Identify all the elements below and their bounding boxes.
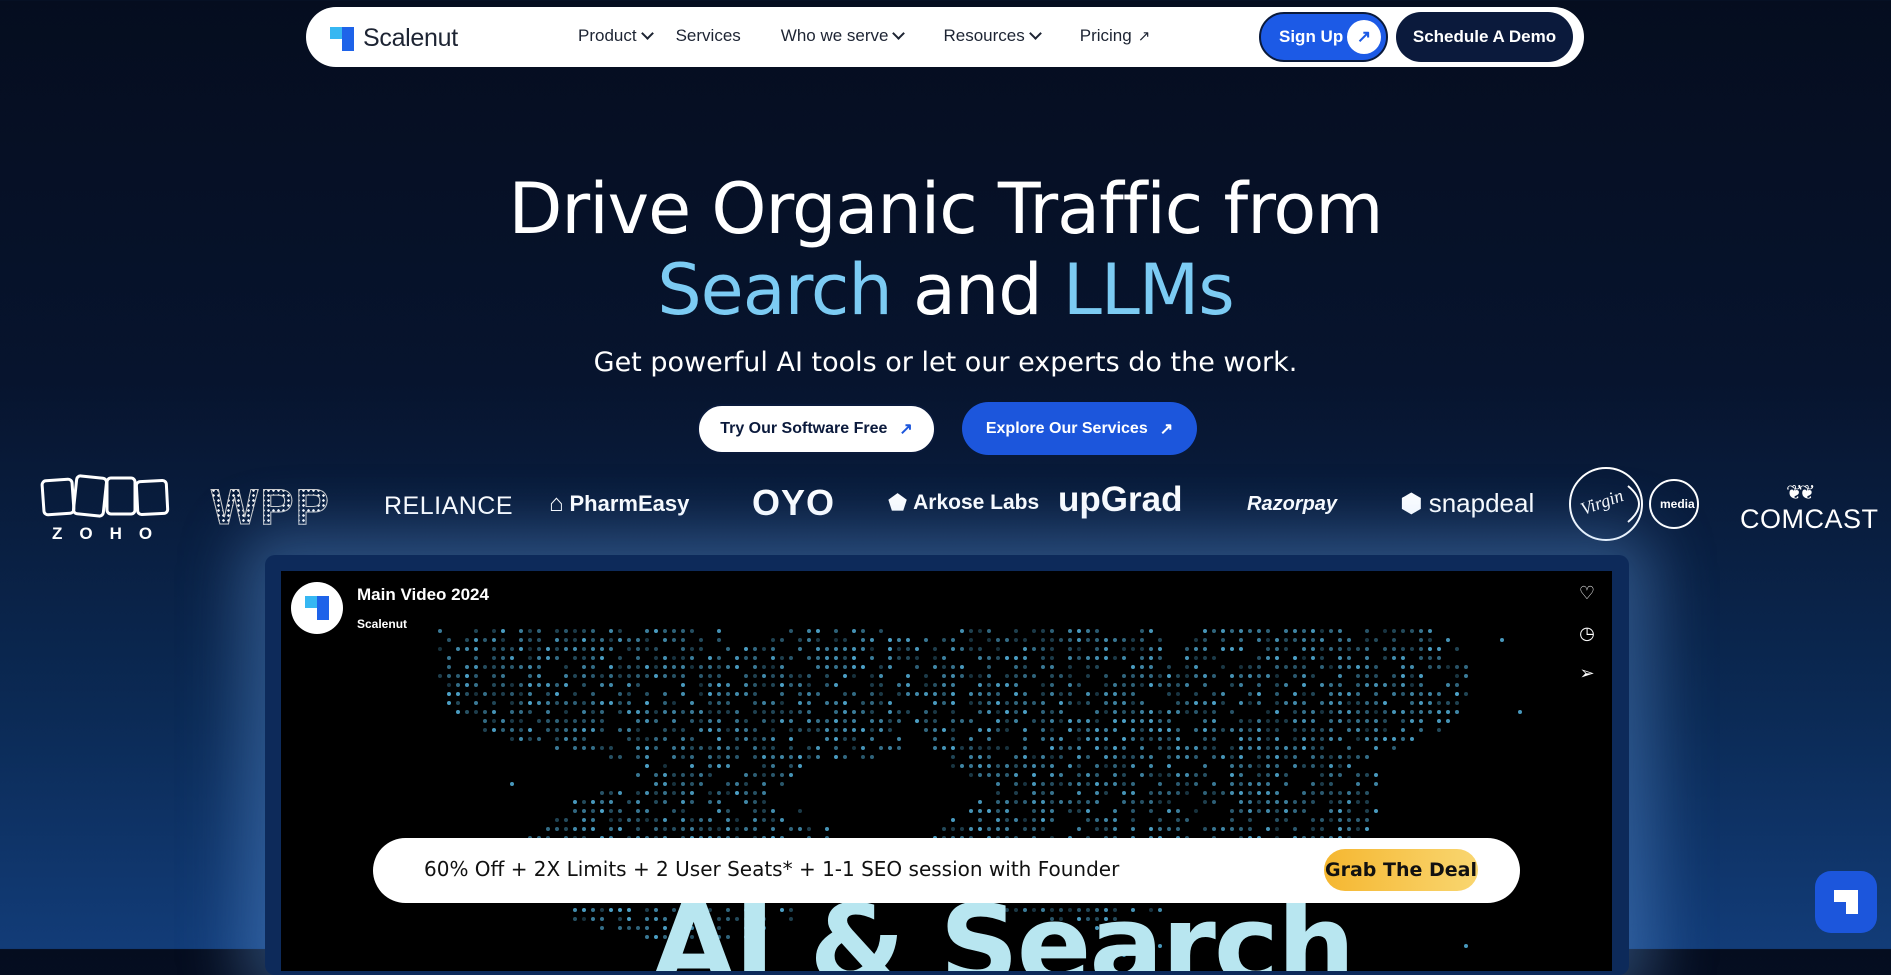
promo-banner: 60% Off + 2X Limits + 2 User Seats* + 1-… xyxy=(373,838,1520,903)
scalenut-logo-icon xyxy=(330,26,354,51)
try-software-free-button[interactable]: Try Our Software Free ↗ xyxy=(697,404,936,454)
arrow-up-right-icon: ↗ xyxy=(1347,20,1381,54)
client-logos-strip: ZOHO WPP RELIANCE ⌂ PharmEasy OYO ⬟ Arko… xyxy=(0,466,1891,546)
brand-logo-razorpay: Razorpay xyxy=(1247,493,1338,515)
send-icon[interactable]: ➢ xyxy=(1576,663,1598,684)
scalenut-logo[interactable]: Scalenut xyxy=(330,24,458,53)
brand-name: ZOHO xyxy=(52,524,170,543)
hero-subtitle: Get powerful AI tools or let our experts… xyxy=(593,347,1298,378)
nav-item-label: Who we serve xyxy=(780,26,889,45)
brand-name: Arkose Labs xyxy=(913,491,1040,514)
sign-up-button[interactable]: Sign Up ↗ xyxy=(1259,12,1388,62)
hero-headline-line1: Drive Organic Traffic from xyxy=(508,168,1384,250)
channel-avatar[interactable] xyxy=(291,582,343,634)
arkose-icon: ⬟ xyxy=(888,490,908,515)
nav-item-product[interactable]: Product xyxy=(578,26,654,46)
peacock-icon: ❦❦ xyxy=(1786,482,1815,504)
nav-item-services[interactable]: Services xyxy=(676,26,741,46)
brand-name: PharmEasy xyxy=(569,491,690,516)
nav-item-pricing[interactable]: Pricing ↗ xyxy=(1080,26,1151,46)
snapdeal-icon: ⬢ xyxy=(1400,488,1423,518)
arrow-up-right-icon: ↗ xyxy=(1159,420,1174,438)
brand-name: COMCAST xyxy=(1740,504,1879,534)
media-wordmark: media xyxy=(1660,497,1695,511)
headline-search: Search xyxy=(657,249,892,331)
brand-logo-comcast: ❦❦ COMCAST xyxy=(1738,482,1878,542)
brand-logo-upgrad: upGrad xyxy=(1058,480,1183,519)
video-player[interactable]: Main Video 2024 Scalenut ♡ ◷ ➢ AI & Sear… xyxy=(281,571,1612,971)
cta-label: Explore Our Services xyxy=(985,419,1148,437)
nav-item-label: Services xyxy=(675,26,741,45)
brand-logo-reliance: RELIANCE xyxy=(384,492,514,520)
brand-logo-oyo: OYO xyxy=(752,482,836,523)
headline-and: and xyxy=(891,249,1063,331)
brand-logo-zoho: ZOHO xyxy=(40,474,170,544)
arrow-up-right-icon: ↗ xyxy=(899,421,913,438)
chevron-down-icon xyxy=(640,27,654,40)
clock-icon[interactable]: ◷ xyxy=(1576,623,1598,644)
nav-item-label: Pricing xyxy=(1079,26,1132,45)
chevron-down-icon xyxy=(1028,27,1042,40)
video-channel[interactable]: Scalenut xyxy=(357,617,407,631)
chat-widget-button[interactable] xyxy=(1815,871,1877,933)
explore-services-button[interactable]: Explore Our Services ↗ xyxy=(962,402,1197,455)
arrow-up-right-icon: ↗ xyxy=(1137,28,1151,45)
brand-name: snapdeal xyxy=(1428,488,1535,518)
pharmeasy-icon: ⌂ xyxy=(549,490,564,517)
zoho-squares-icon xyxy=(40,474,170,518)
brand-logo-virgin-media: Virgin media xyxy=(1568,466,1700,544)
nav-item-label: Product xyxy=(578,26,637,45)
nav-menu: Product Services Who we serve Resources … xyxy=(578,26,1150,46)
brand-logo-arkose-labs: ⬟ Arkose Labs xyxy=(888,490,1039,516)
cta-label: Try Our Software Free xyxy=(720,420,888,437)
grab-deal-button[interactable]: Grab The Deal xyxy=(1324,849,1478,891)
logo-text: Scalenut xyxy=(363,24,458,52)
sign-up-label: Sign Up xyxy=(1279,27,1344,46)
brand-logo-pharmeasy: ⌂ PharmEasy xyxy=(549,490,689,518)
schedule-demo-button[interactable]: Schedule A Demo xyxy=(1396,12,1573,62)
chevron-down-icon xyxy=(892,27,906,40)
heart-icon[interactable]: ♡ xyxy=(1576,583,1598,604)
brand-logo-wpp: WPP xyxy=(211,479,331,536)
top-navbar: Scalenut Product Services Who we serve R… xyxy=(306,7,1584,67)
brand-logo-snapdeal: ⬢ snapdeal xyxy=(1400,488,1534,519)
nav-item-label: Resources xyxy=(943,26,1025,45)
hero-headline-line2: Search and LLMs xyxy=(0,250,1891,330)
video-title[interactable]: Main Video 2024 xyxy=(357,585,489,605)
headline-llms: LLMs xyxy=(1062,249,1235,331)
promo-text: 60% Off + 2X Limits + 2 User Seats* + 1-… xyxy=(424,857,1120,881)
nav-item-who-we-serve[interactable]: Who we serve xyxy=(780,26,906,46)
nav-item-resources[interactable]: Resources xyxy=(943,26,1042,46)
